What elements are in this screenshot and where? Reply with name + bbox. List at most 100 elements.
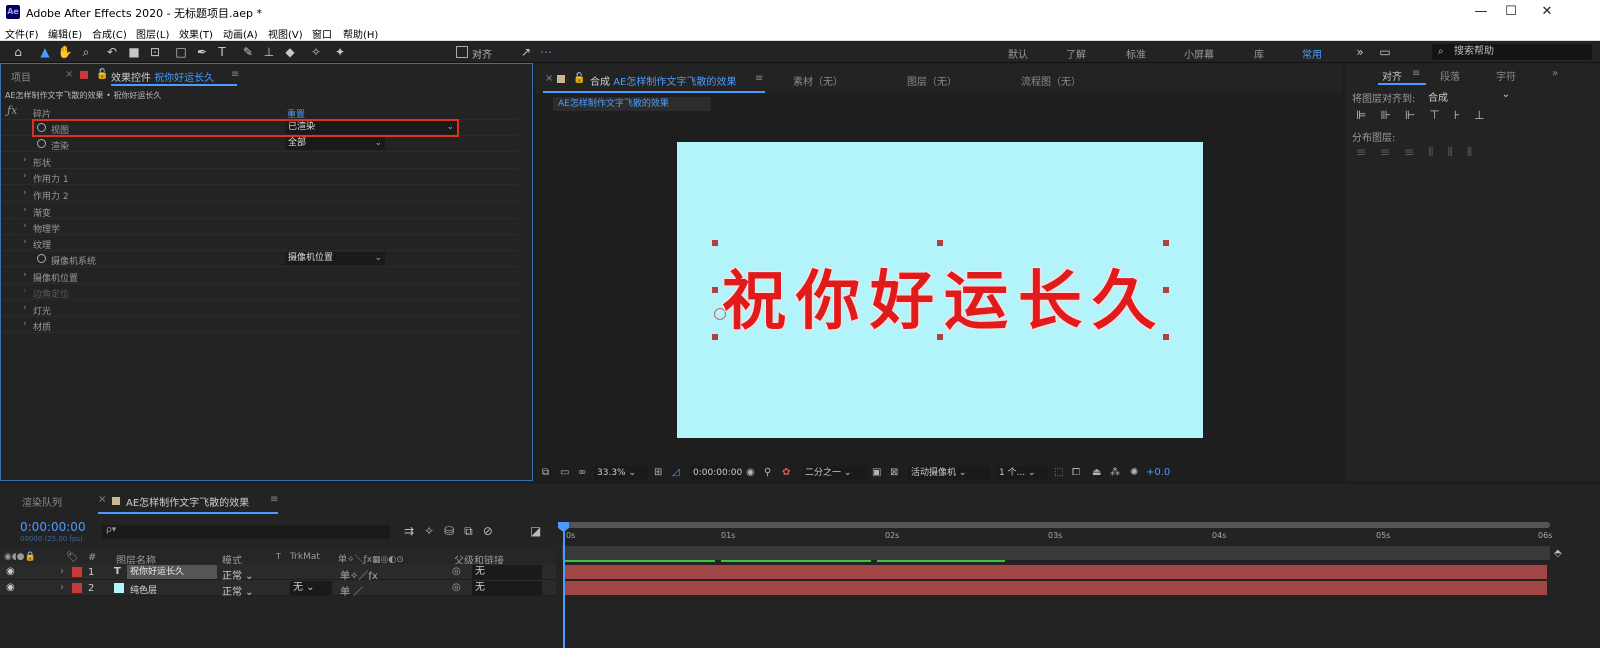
tab-footage[interactable]: 素材（无） [793, 73, 843, 88]
align-to-dropdown[interactable]: 合成 ⌄ [1428, 89, 1514, 104]
lock-icon[interactable]: 🔓 [573, 73, 585, 84]
chevron-right-icon[interactable]: › [23, 205, 27, 215]
layer-label-color[interactable] [72, 583, 82, 593]
layer-row[interactable]: ◉ › 1 T 祝你好运长久 正常 ⌄ 单✧／ƒx ◎ 无 [0, 564, 556, 582]
layer-search-input[interactable]: ρ▾ [102, 525, 390, 539]
property-group-camera-position[interactable]: › 摄像机位置 [1, 268, 518, 284]
playhead[interactable] [563, 524, 565, 648]
work-area-bar[interactable] [562, 522, 1550, 528]
toggle-pixel-icon[interactable]: ⬚ [1054, 467, 1063, 478]
close-button[interactable]: ✕ [1532, 2, 1562, 22]
menu-help[interactable]: 帮助(H) [343, 26, 378, 41]
transform-handle[interactable] [712, 334, 718, 340]
eraser-tool-icon[interactable]: ◆ [282, 44, 298, 60]
workspace-standard[interactable]: 标准 [1126, 46, 1146, 61]
parent-dropdown[interactable]: 无 [472, 581, 542, 595]
always-preview-icon[interactable]: ⧉ [542, 467, 549, 478]
chevron-right-icon[interactable]: › [60, 582, 64, 593]
layer-mode-dropdown[interactable]: 正常 ⌄ [222, 583, 254, 598]
clone-stamp-tool-icon[interactable]: ⊥ [261, 44, 277, 60]
stopwatch-icon[interactable] [37, 254, 46, 263]
tab-align[interactable]: 对齐 [1382, 68, 1402, 83]
selection-tool-icon[interactable]: ▲ [37, 44, 53, 60]
chevron-right-icon[interactable]: › [23, 303, 27, 313]
chevron-right-icon[interactable]: › [23, 188, 27, 198]
pickwhip-icon[interactable]: ◎ [452, 566, 461, 577]
chevron-right-icon[interactable]: › [23, 171, 27, 181]
hand-tool-icon[interactable]: ✋ [57, 44, 73, 60]
channel-icon[interactable]: ✿ [782, 467, 790, 478]
camera-dropdown[interactable]: 活动摄像机 ⌄ [908, 466, 990, 480]
tab-composition[interactable]: 合成 AE怎样制作文字飞散的效果 [590, 73, 736, 88]
property-group-gradient[interactable]: › 渐变 [1, 203, 518, 219]
tab-project[interactable]: 项目 [11, 69, 31, 84]
camera-system-dropdown[interactable]: 摄像机位置 ⌄ [285, 252, 385, 265]
snap-grid-icon[interactable]: ⋯ [538, 44, 554, 60]
tab-effect-controls[interactable]: 效果控件 祝你好运长久 [111, 69, 214, 84]
panel-menu-icon[interactable]: ≡ [1412, 68, 1420, 79]
camera-tool-icon[interactable]: ■ [126, 44, 142, 60]
tab-flowchart[interactable]: 流程图（无） [1021, 73, 1081, 88]
chevron-right-icon[interactable]: › [23, 270, 27, 280]
pen-tool-icon[interactable]: ✒ [194, 44, 210, 60]
menu-edit[interactable]: 编辑(E) [48, 26, 82, 41]
current-time-field[interactable]: 0:00:00:00 [690, 466, 742, 480]
vr-icon[interactable]: ∞ [578, 467, 586, 478]
transform-handle[interactable] [712, 287, 718, 293]
tab-render-queue[interactable]: 渲染队列 [22, 494, 62, 509]
menu-composition[interactable]: 合成(C) [92, 26, 127, 41]
parent-dropdown[interactable]: 无 [472, 565, 542, 579]
workspace-libraries[interactable]: 库 [1254, 46, 1264, 61]
layer-switch-icons[interactable]: 单 ／ [340, 583, 363, 598]
flowchart-icon[interactable]: ⁂ [1110, 467, 1120, 478]
chevron-right-icon[interactable]: › [23, 237, 27, 247]
align-buttons[interactable]: ⊫⊪⊩⊤⊦⊥ [1356, 108, 1499, 122]
property-group-texture[interactable]: › 纹理 [1, 235, 518, 251]
property-group-physics[interactable]: › 物理学 [1, 219, 518, 235]
menu-effect[interactable]: 效果(T) [179, 26, 213, 41]
views-dropdown[interactable]: 1 个... ⌄ [996, 466, 1048, 480]
zoom-tool-icon[interactable]: ⌕ [78, 44, 94, 60]
rotate-tool-icon[interactable]: ↶ [104, 44, 120, 60]
layer-duration-bar[interactable] [564, 581, 1547, 595]
chevron-right-icon[interactable]: › [60, 566, 64, 577]
fit-icon[interactable]: ⊞ [654, 467, 662, 478]
transform-handle[interactable] [1163, 240, 1169, 246]
resolution-dropdown[interactable]: 二分之一 ⌄ [802, 466, 868, 480]
layer-name[interactable]: 祝你好运长久 [127, 565, 217, 579]
menu-view[interactable]: 视图(V) [268, 26, 303, 41]
layer-row[interactable]: ◉ › 2 纯色层 正常 ⌄ 无 ⌄ 单 ／ ◎ 无 [0, 580, 556, 598]
display-icon[interactable]: ▭ [560, 467, 569, 478]
timeline-timecode[interactable]: 0:00:00:00 [20, 520, 86, 534]
align-checkbox[interactable] [456, 46, 468, 58]
menu-layer[interactable]: 图层(L) [136, 26, 169, 41]
eye-icon[interactable]: ◉ [6, 566, 15, 577]
exposure-icon[interactable]: ✺ [1130, 467, 1138, 478]
fx-icon[interactable]: ƒx [7, 104, 17, 117]
snapshot-icon[interactable]: ◉ [746, 467, 755, 478]
comp-navigator-chip[interactable]: AE怎样制作文字飞散的效果 [553, 97, 711, 111]
brush-tool-icon[interactable]: ✎ [240, 44, 256, 60]
chevron-right-icon[interactable]: › [23, 319, 27, 329]
transform-handle[interactable] [937, 334, 943, 340]
workspace-common[interactable]: 常用 [1302, 46, 1322, 61]
property-group-shape[interactable]: › 形状 [1, 153, 518, 169]
property-group-force-2[interactable]: › 作用力 2 [1, 186, 518, 202]
property-group-force-1[interactable]: › 作用力 1 [1, 169, 518, 185]
chevron-right-icon[interactable]: › [23, 155, 27, 165]
title-safe-icon[interactable]: ◿ [672, 467, 680, 478]
panel-menu-icon[interactable]: ≡ [231, 69, 239, 80]
rectangle-tool-icon[interactable]: □ [173, 44, 189, 60]
minimize-button[interactable]: — [1466, 2, 1496, 22]
property-group-material[interactable]: › 材质 [1, 317, 518, 333]
stopwatch-icon[interactable] [37, 139, 46, 148]
snapping-icon[interactable]: ↗ [518, 44, 534, 60]
tab-character[interactable]: 字符 [1496, 68, 1516, 83]
trkmat-dropdown[interactable]: 无 ⌄ [290, 581, 332, 595]
layer-duration-bar[interactable] [564, 565, 1547, 579]
show-snapshot-icon[interactable]: ⚲ [764, 467, 771, 478]
pickwhip-icon[interactable]: ◎ [452, 582, 461, 593]
tab-layer[interactable]: 图层（无） [907, 73, 957, 88]
close-icon[interactable]: × [98, 494, 106, 505]
workspace-learn[interactable]: 了解 [1066, 46, 1086, 61]
